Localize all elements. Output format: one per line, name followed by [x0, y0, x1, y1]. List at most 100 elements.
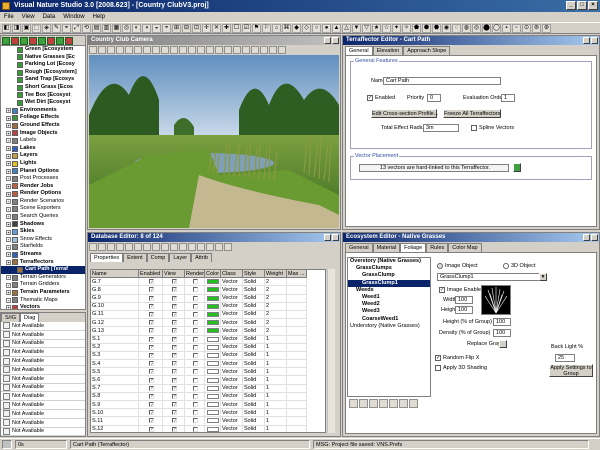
row-checkbox[interactable]: ✓ — [171, 352, 177, 358]
foliage-tree-item[interactable]: Overstory (Native Grasses) — [348, 258, 430, 265]
tree-item[interactable]: + Terrain Gridders — [1, 281, 85, 289]
ecosystem-editor-window[interactable]: Ecosystem Editor - Native Grasses Genera… — [342, 232, 600, 437]
color-swatch[interactable] — [207, 336, 219, 342]
enabled-cell[interactable]: ✓ — [139, 401, 163, 410]
tree-item[interactable]: Sand Trap [Ecosys — [1, 76, 85, 84]
camera-tool-icon[interactable] — [197, 46, 205, 54]
toolbar-tool-icon[interactable]: ✛ — [202, 24, 211, 33]
render-cell[interactable] — [185, 409, 205, 418]
toolbar-tool-icon[interactable]: ⌂ — [272, 24, 281, 33]
tab-rules[interactable]: Rules — [426, 243, 449, 252]
toolbar-tool-icon[interactable]: ⊟ — [182, 24, 191, 33]
render-cell[interactable] — [185, 286, 205, 295]
tab-general[interactable]: General — [345, 243, 373, 252]
row-checkbox[interactable] — [192, 320, 198, 326]
foliage-tree-item[interactable]: CoarseWeed1 — [348, 316, 430, 323]
foliage-tree-item[interactable]: Weed1 — [348, 294, 430, 301]
color-cell[interactable] — [205, 319, 221, 328]
tree-item[interactable]: + Environments — [1, 107, 85, 115]
tab-general[interactable]: General — [345, 46, 373, 55]
view-cell[interactable]: ✓ — [163, 327, 185, 336]
db-tool-icon[interactable] — [179, 243, 187, 251]
row-checkbox[interactable] — [192, 377, 198, 383]
tree-filter-icon[interactable] — [20, 37, 28, 45]
chevron-down-icon[interactable]: ▾ — [539, 273, 547, 281]
toolbar-tool-icon[interactable]: ◌ — [452, 24, 461, 33]
color-swatch[interactable] — [207, 418, 219, 424]
menu-item-window[interactable]: Window — [63, 12, 84, 22]
tree-item[interactable]: + Terraffectors — [1, 259, 85, 267]
color-swatch[interactable] — [207, 402, 219, 408]
enabled-cell[interactable]: ✓ — [139, 368, 163, 377]
expand-icon[interactable]: + — [6, 282, 11, 288]
db-tool-icon[interactable] — [170, 243, 178, 251]
table-row[interactable]: G.9 ✓ ✓ VectorSolid2 — [91, 294, 325, 303]
expand-icon[interactable]: + — [6, 115, 11, 121]
row-checkbox[interactable]: ✓ — [148, 402, 154, 408]
enabled-cell[interactable]: ✓ — [139, 294, 163, 303]
render-cell[interactable] — [185, 360, 205, 369]
row-checkbox[interactable] — [192, 402, 198, 408]
db-scrollbar[interactable] — [327, 269, 335, 433]
row-checkbox[interactable] — [192, 295, 198, 301]
enabled-cell[interactable]: ✓ — [139, 425, 163, 432]
enabled-cell[interactable]: ✓ — [139, 335, 163, 344]
tab-elevation[interactable]: Elevation — [372, 46, 404, 55]
toolbar-tool-icon[interactable]: ✕ — [212, 24, 221, 33]
toolbar-tool-icon[interactable]: ◓ — [162, 24, 171, 33]
row-checkbox[interactable]: ✓ — [148, 385, 154, 391]
color-swatch[interactable] — [207, 344, 219, 350]
database-table[interactable]: Name Enabled View Render Color Class Style Weig… — [90, 269, 326, 433]
toolbar-tool-icon[interactable]: ◈ — [42, 24, 51, 33]
toolbar-tool-icon[interactable]: ◍ — [462, 24, 471, 33]
color-cell[interactable] — [205, 417, 221, 426]
render-cell[interactable] — [185, 392, 205, 401]
tree-item[interactable]: + Skies — [1, 228, 85, 236]
camera-tool-icon[interactable] — [242, 46, 250, 54]
table-row[interactable]: S.6 ✓ ✓ VectorSolid1 — [91, 376, 325, 385]
view-cell[interactable]: ✓ — [163, 286, 185, 295]
edit-cross-section-button[interactable]: Edit Cross-section Profile... — [371, 109, 438, 118]
view-cell[interactable]: ✓ — [163, 384, 185, 393]
expand-icon[interactable]: + — [6, 168, 11, 174]
row-checkbox[interactable]: ✓ — [171, 361, 177, 367]
minimize-button[interactable]: _ — [566, 1, 576, 10]
row-checkbox[interactable] — [192, 393, 198, 399]
toolbar-tool-icon[interactable]: ◨ — [12, 24, 21, 33]
toolbar-tool-icon[interactable]: ◧ — [2, 24, 11, 33]
table-row[interactable]: S.3 ✓ ✓ VectorSolid1 — [91, 351, 325, 361]
freeze-all-button[interactable]: Freeze All Terraffectors — [443, 109, 501, 118]
toolbar-tool-icon[interactable]: ◉ — [442, 24, 451, 33]
camera-tool-icon[interactable] — [89, 46, 97, 54]
view-cell[interactable]: ✓ — [163, 310, 185, 320]
row-checkbox[interactable] — [192, 426, 198, 432]
toolbar-tool-icon[interactable]: △ — [342, 24, 351, 33]
expand-icon[interactable]: + — [6, 108, 11, 114]
row-checkbox[interactable]: ✓ — [148, 426, 154, 432]
toolbar-tool-icon[interactable]: ⟲ — [82, 24, 91, 33]
color-cell[interactable] — [205, 335, 221, 344]
render-cell[interactable] — [185, 425, 205, 432]
row-checkbox[interactable]: ✓ — [148, 344, 154, 350]
table-row[interactable]: S.9 ✓ ✓ VectorSolid1 — [91, 401, 325, 410]
toolbar-tool-icon[interactable]: ▣ — [22, 24, 31, 33]
eco-min-button[interactable] — [583, 234, 590, 241]
row-checkbox[interactable]: ✓ — [148, 377, 154, 383]
table-row[interactable]: G.10 ✓ ✓ VectorSolid2 — [91, 302, 325, 311]
tree-item[interactable]: Parking Lot [Ecosy — [1, 61, 85, 69]
color-cell[interactable] — [205, 368, 221, 377]
tab-layer[interactable]: Layer — [169, 253, 192, 262]
toolbar-tool-icon[interactable]: ⬣ — [432, 24, 441, 33]
toolbar-tool-icon[interactable]: ▦ — [112, 24, 121, 33]
terraffector-editor-window[interactable]: Terraffector Editor - Cart Path General E… — [342, 35, 600, 230]
db-tool-icon[interactable] — [116, 243, 124, 251]
3d-object-radio[interactable] — [503, 263, 509, 269]
render-cell[interactable] — [185, 343, 205, 352]
render-cell[interactable] — [185, 310, 205, 320]
toolbar-tool-icon[interactable]: ◆ — [292, 24, 301, 33]
name-input[interactable]: Cart Path — [383, 77, 501, 85]
row-checkbox[interactable] — [192, 410, 198, 416]
color-cell[interactable] — [205, 409, 221, 418]
table-row[interactable]: S.5 ✓ ✓ VectorSolid1 — [91, 368, 325, 377]
render-cell[interactable] — [185, 351, 205, 361]
